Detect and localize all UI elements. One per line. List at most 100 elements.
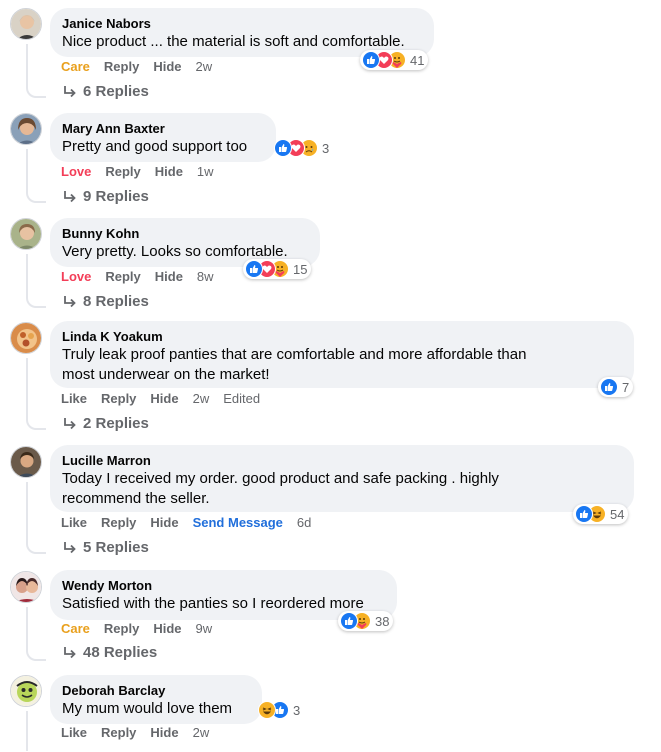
comment-author[interactable]: Janice Nabors (62, 15, 422, 32)
reply-arrow-icon (64, 646, 76, 658)
avatar[interactable] (10, 675, 42, 707)
view-replies-button[interactable]: 2 Replies (62, 415, 149, 432)
comment-actions: Care Reply Hide 9w (61, 621, 226, 636)
like-button[interactable]: Like (61, 725, 87, 740)
hide-button[interactable]: Hide (155, 269, 183, 284)
reaction-summary[interactable]: 3 (272, 138, 333, 158)
view-replies-button[interactable]: 9 Replies (62, 188, 149, 205)
replies-count: 9 Replies (83, 188, 149, 205)
thread-connector (26, 416, 46, 430)
reply-arrow-icon (64, 295, 76, 307)
comment-actions: Like Reply Hide 2w Edited (61, 391, 274, 406)
comment-author[interactable]: Deborah Barclay (62, 682, 250, 699)
reply-button[interactable]: Reply (105, 269, 140, 284)
comment-text: Pretty and good support too (62, 138, 248, 155)
comment-actions: Like Reply Hide 2w (61, 725, 223, 740)
comment-author[interactable]: Wendy Morton (62, 577, 385, 594)
hide-button[interactable]: Hide (150, 725, 178, 740)
comment-actions: Love Reply Hide 8w (61, 269, 228, 284)
comment-bubble: Deborah Barclay My mum would love them (50, 675, 262, 724)
thread-connector (26, 647, 46, 661)
avatar[interactable] (10, 571, 42, 603)
thread-connector (26, 84, 46, 98)
reply-arrow-icon (64, 541, 76, 553)
thread-connector (26, 294, 46, 308)
reaction-summary[interactable]: 7 (598, 377, 634, 397)
replies-count: 5 Replies (83, 539, 149, 556)
react-button[interactable]: Love (61, 269, 91, 284)
reaction-count: 15 (293, 261, 308, 277)
comment-author[interactable]: Lucille Marron (62, 452, 622, 469)
comment-text-line-1: Today I received my order. good product … (62, 470, 499, 487)
react-button[interactable]: Love (61, 164, 91, 179)
timestamp[interactable]: 8w (197, 269, 214, 284)
avatar[interactable] (10, 322, 42, 354)
timestamp[interactable]: 2w (193, 725, 210, 740)
hide-button[interactable]: Hide (150, 391, 178, 406)
reply-arrow-icon (64, 190, 76, 202)
reply-arrow-icon (64, 417, 76, 429)
reaction-summary[interactable]: 15 (243, 259, 312, 279)
reply-button[interactable]: Reply (104, 621, 139, 636)
reply-button[interactable]: Reply (105, 164, 140, 179)
comment-actions: Love Reply Hide 1w (61, 164, 228, 179)
replies-count: 8 Replies (83, 293, 149, 310)
reaction-count: 3 (293, 702, 301, 718)
avatar[interactable] (10, 446, 42, 478)
thread-line (26, 149, 28, 189)
avatar[interactable] (10, 8, 42, 40)
timestamp[interactable]: 2w (196, 59, 213, 74)
reply-button[interactable]: Reply (101, 515, 136, 530)
thread-line (26, 482, 28, 540)
reaction-count: 54 (610, 506, 625, 522)
like-reaction-icon (362, 51, 380, 69)
edited-label[interactable]: Edited (223, 391, 260, 406)
thread-line (26, 358, 28, 416)
reaction-summary[interactable]: 3 (256, 700, 304, 720)
timestamp[interactable]: 1w (197, 164, 214, 179)
comment-actions: Care Reply Hide 2w (61, 59, 226, 74)
reply-button[interactable]: Reply (101, 391, 136, 406)
hide-button[interactable]: Hide (153, 59, 181, 74)
comment-author[interactable]: Linda K Yoakum (62, 328, 622, 345)
replies-count: 6 Replies (83, 83, 149, 100)
timestamp[interactable]: 2w (193, 391, 210, 406)
react-button[interactable]: Care (61, 59, 90, 74)
view-replies-button[interactable]: 8 Replies (62, 293, 149, 310)
react-button[interactable]: Care (61, 621, 90, 636)
comment-bubble: Lucille Marron Today I received my order… (50, 445, 634, 512)
thread-connector (26, 189, 46, 203)
hide-button[interactable]: Hide (153, 621, 181, 636)
reaction-summary[interactable]: 38 (338, 611, 394, 631)
comment-author[interactable]: Bunny Kohn (62, 225, 308, 242)
comment-text: Nice product ... the material is soft an… (62, 33, 405, 50)
reaction-count: 41 (410, 52, 425, 68)
view-replies-button[interactable]: 6 Replies (62, 83, 149, 100)
like-reaction-icon (274, 139, 292, 157)
hide-button[interactable]: Hide (150, 515, 178, 530)
comment-author[interactable]: Mary Ann Baxter (62, 120, 264, 137)
reaction-summary[interactable]: 54 (573, 504, 629, 524)
reaction-count: 38 (375, 613, 390, 629)
thread-connector (26, 540, 46, 554)
avatar[interactable] (10, 113, 42, 145)
send-message-button[interactable]: Send Message (193, 515, 283, 530)
reply-button[interactable]: Reply (104, 59, 139, 74)
comment-text-line-2: most underwear on the market! (62, 366, 270, 383)
comment-text-line-2: recommend the seller. (62, 490, 210, 507)
like-reaction-icon (575, 505, 593, 523)
like-button[interactable]: Like (61, 515, 87, 530)
hide-button[interactable]: Hide (155, 164, 183, 179)
timestamp[interactable]: 9w (196, 621, 213, 636)
reaction-summary[interactable]: 41 (360, 50, 429, 70)
view-replies-button[interactable]: 5 Replies (62, 539, 149, 556)
timestamp[interactable]: 6d (297, 515, 311, 530)
comment-text: Satisfied with the panties so I reordere… (62, 595, 364, 612)
like-button[interactable]: Like (61, 391, 87, 406)
like-reaction-icon (245, 260, 263, 278)
comment-text: My mum would love them (62, 700, 233, 717)
reply-button[interactable]: Reply (101, 725, 136, 740)
avatar[interactable] (10, 218, 42, 250)
haha-reaction-icon (258, 701, 276, 719)
view-replies-button[interactable]: 48 Replies (62, 644, 157, 661)
